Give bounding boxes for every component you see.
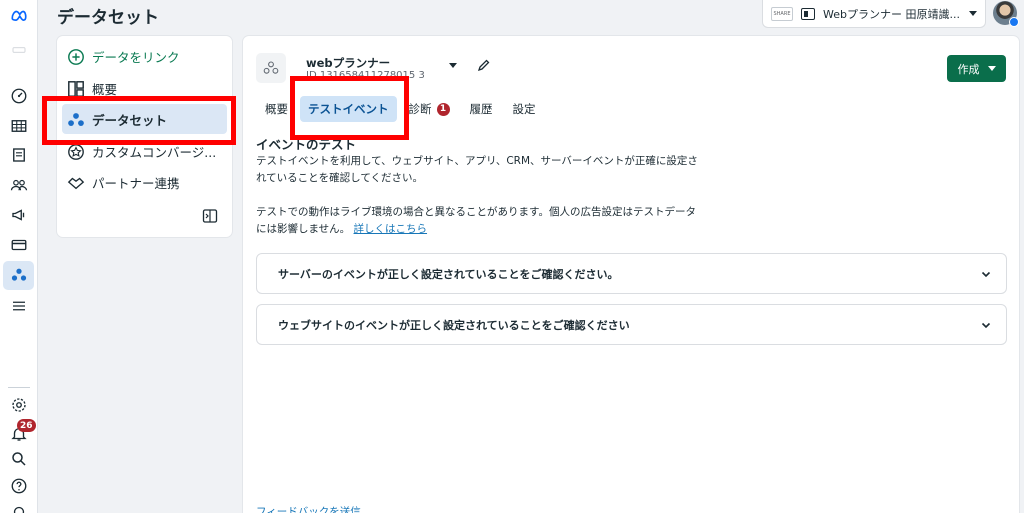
bug-icon[interactable] xyxy=(7,500,31,513)
chevron-down-icon xyxy=(987,66,996,71)
accordion-label: ウェブサイトのイベントが正しく設定されていることをご確認ください xyxy=(278,318,630,332)
facebook-badge-icon xyxy=(1009,17,1019,27)
user-avatar[interactable] xyxy=(993,1,1019,27)
custom-conversion-icon xyxy=(68,143,84,160)
notification-badge: 26 xyxy=(17,419,36,432)
pencil-icon[interactable] xyxy=(477,58,491,72)
partner-icon xyxy=(67,177,85,189)
tab-history[interactable]: 履歴 xyxy=(462,96,501,122)
table-icon[interactable] xyxy=(7,114,31,138)
accordion-label: サーバーのイベントが正しく設定されていることをご確認ください。 xyxy=(278,267,619,281)
feedback-link[interactable]: フィードバックを送信 xyxy=(256,504,361,513)
create-button-label: 作成 xyxy=(957,62,980,76)
dashboard-icon[interactable] xyxy=(7,84,31,108)
page-title: データセット xyxy=(57,8,159,28)
tab-label: 概要 xyxy=(265,102,288,116)
tab-diagnostics[interactable]: 診断 1 xyxy=(401,96,458,122)
megaphone-icon[interactable] xyxy=(7,203,31,227)
sidebar-item-partner[interactable]: パートナー連携 xyxy=(67,173,180,192)
diagnostics-badge: 1 xyxy=(436,102,450,116)
business-logo-icon[interactable] xyxy=(7,38,31,62)
learn-more-link[interactable]: 詳しくはこちら xyxy=(354,223,428,235)
chevron-down-icon xyxy=(981,322,991,328)
tab-label: 履歴 xyxy=(469,102,493,116)
billing-icon[interactable] xyxy=(7,233,31,257)
website-events-accordion[interactable]: ウェブサイトのイベントが正しく設定されていることをご確認ください xyxy=(256,304,1007,345)
tab-settings[interactable]: 設定 xyxy=(505,96,544,122)
tab-label: 診断 xyxy=(408,102,432,116)
dataset-icon xyxy=(263,61,279,74)
dataset-avatar xyxy=(256,53,286,83)
events-manager-icon[interactable] xyxy=(7,263,31,287)
ad-account-icon xyxy=(801,7,815,20)
chevron-down-icon xyxy=(981,271,991,277)
tab-label: 設定 xyxy=(512,102,536,116)
pages-icon[interactable] xyxy=(7,143,31,167)
sidebar-item-label: パートナー連携 xyxy=(92,176,180,191)
server-events-accordion[interactable]: サーバーのイベントが正しく設定されていることをご確認ください。 xyxy=(256,253,1007,294)
link-data-label: データをリンク xyxy=(92,50,180,65)
account-name: Webプランナー 田原靖識... xyxy=(823,7,960,21)
dataset-name: webプランナー xyxy=(306,56,391,70)
test-events-description: テストイベントを利用して、ウェブサイト、アプリ、CRM、サーバーイベントが正確に… xyxy=(256,155,698,184)
search-icon[interactable] xyxy=(7,447,31,471)
rail-divider xyxy=(8,387,30,388)
audience-icon[interactable] xyxy=(7,173,31,197)
menu-icon[interactable] xyxy=(7,294,31,318)
business-logo: SHARE xyxy=(771,6,793,21)
account-switcher[interactable]: SHARE Webプランナー 田原靖識... xyxy=(762,0,986,28)
overview-icon xyxy=(68,80,84,97)
create-button[interactable]: 作成 xyxy=(947,55,1006,82)
caret-down-icon xyxy=(969,10,977,16)
gear-icon[interactable] xyxy=(7,393,31,417)
highlight-box-test-events xyxy=(290,76,409,140)
meta-logo-icon[interactable] xyxy=(7,4,31,28)
collapse-panel-icon[interactable] xyxy=(202,208,218,224)
left-rail: 26 xyxy=(0,0,38,513)
help-icon[interactable] xyxy=(7,474,31,498)
test-events-note-text: テストでの動作はライブ環境の場合と異なることがあります。個人の広告設定はテストデ… xyxy=(256,206,696,235)
test-events-note: テストでの動作はライブ環境の場合と異なることがあります。個人の広告設定はテストデ… xyxy=(256,204,706,238)
link-data-button[interactable]: データをリンク xyxy=(67,47,180,66)
plus-circle-icon xyxy=(68,48,84,65)
dataset-dropdown-icon[interactable] xyxy=(449,63,457,68)
highlight-box-dataset xyxy=(42,96,236,145)
